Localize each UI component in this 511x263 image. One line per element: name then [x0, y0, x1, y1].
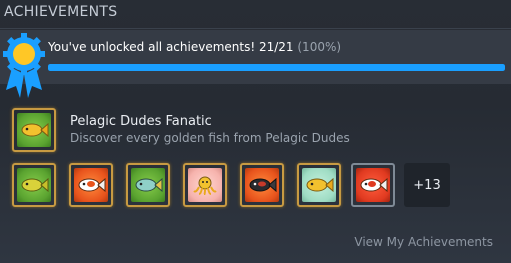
golden-fish-icon — [306, 177, 334, 193]
unlock-summary — [0, 30, 511, 84]
teal-fish-icon — [135, 177, 163, 193]
achievement-description: Discover every golden fish from Pelagic … — [70, 131, 350, 145]
view-my-achievements-link[interactable]: View My Achievements — [354, 235, 493, 249]
section-title: ACHIEVEMENTS — [4, 4, 118, 20]
progress-bar — [48, 64, 505, 71]
unlock-percent: (100%) — [297, 40, 342, 54]
divider — [0, 28, 511, 29]
ribbon-badge-icon — [3, 33, 45, 98]
koi-fish-icon — [360, 177, 388, 193]
golden-fish-icon — [21, 122, 49, 138]
dark-fish-icon — [249, 177, 277, 193]
achievement-icon-7[interactable] — [351, 163, 395, 207]
unlock-message-text: You've unlocked all achievements! 21/21 — [48, 40, 294, 54]
achievement-icon-3[interactable] — [126, 163, 170, 207]
achievement-icon-1[interactable] — [12, 163, 56, 207]
unlock-message: You've unlocked all achievements! 21/21 … — [48, 40, 341, 54]
achievement-icon-2[interactable] — [69, 163, 113, 207]
achievement-icon-6[interactable] — [297, 163, 341, 207]
progress-fill — [48, 64, 505, 71]
more-achievements-count[interactable]: +13 — [404, 163, 450, 207]
achievements-panel: ACHIEVEMENTS You've unlocked all achieve… — [0, 0, 511, 263]
featured-achievement-icon[interactable] — [12, 108, 56, 152]
achievement-icon-5[interactable] — [240, 163, 284, 207]
koi-fish-icon — [78, 177, 106, 193]
golden-fish-icon — [21, 177, 49, 193]
octopus-icon — [193, 176, 217, 195]
achievement-icon-4[interactable] — [183, 163, 227, 207]
achievement-name: Pelagic Dudes Fanatic — [70, 114, 212, 129]
